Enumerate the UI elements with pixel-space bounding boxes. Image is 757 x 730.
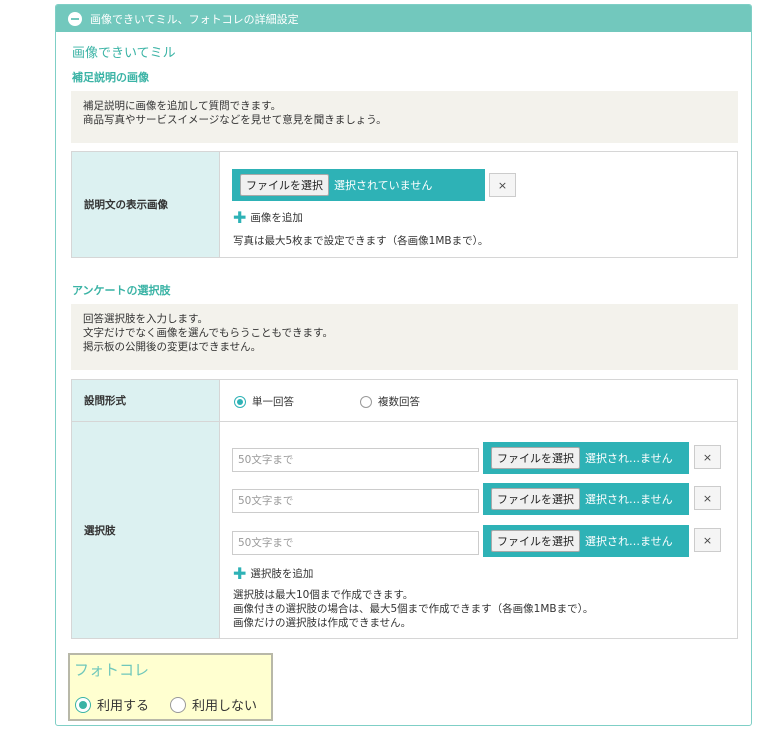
add-image-link[interactable]: ✚ 画像を追加 <box>233 207 303 227</box>
remove-choice-button-1[interactable]: × <box>694 445 721 469</box>
choice-text-input-1[interactable] <box>232 448 479 472</box>
photocolle-title: フォトコレ <box>74 661 150 679</box>
choice-file-input-3[interactable]: ファイルを選択 選択され…ません <box>483 525 689 557</box>
radio-multiple-icon[interactable] <box>360 395 372 408</box>
supplement-row-label: 説明文の表示画像 <box>72 152 220 257</box>
choices-note-line1: 選択肢は最大10個まで作成できます。 <box>233 589 414 601</box>
radio-not-use-label: 利用しない <box>192 699 258 714</box>
radio-use-label: 利用する <box>97 699 150 714</box>
choices-note-line3: 画像だけの選択肢は作成できません。 <box>233 617 412 629</box>
choices-label: 選択肢 <box>72 422 220 638</box>
file-status: 選択され…ません <box>585 452 673 465</box>
file-status: 選択されていません <box>334 179 433 192</box>
file-select-button[interactable]: ファイルを選択 <box>491 447 580 469</box>
question-type-label: 設問形式 <box>72 380 220 422</box>
radio-multiple-label: 複数回答 <box>378 396 420 408</box>
survey-table: 設問形式 単一回答 複数回答 選択肢 ファイルを選択 選択され…ません × ファ… <box>71 379 738 639</box>
choice-text-input-3[interactable] <box>232 531 479 555</box>
plus-icon: ✚ <box>233 563 247 583</box>
supplement-file-input[interactable]: ファイルを選択 選択されていません <box>232 169 485 201</box>
radio-not-use-icon[interactable] <box>170 696 186 713</box>
radio-use[interactable]: 利用する <box>75 695 149 714</box>
file-select-button[interactable]: ファイルを選択 <box>491 530 580 552</box>
remove-choice-button-3[interactable]: × <box>694 528 721 552</box>
remove-image-button[interactable]: × <box>489 173 516 197</box>
radio-single-icon[interactable] <box>234 395 246 408</box>
survey-info: 回答選択肢を入力します。 文字だけでなく画像を選んでもらうこともできます。 掲示… <box>71 304 738 370</box>
radio-not-use[interactable]: 利用しない <box>170 695 257 714</box>
radio-use-icon[interactable] <box>75 696 91 713</box>
collapse-icon[interactable] <box>68 11 82 26</box>
panel-header[interactable]: 画像できいてミル、フォトコレの詳細設定 <box>56 5 751 32</box>
choice-file-input-1[interactable]: ファイルを選択 選択され…ません <box>483 442 689 474</box>
file-select-button[interactable]: ファイルを選択 <box>240 174 329 196</box>
section-title: 画像できいてミル <box>72 46 176 61</box>
remove-choice-button-2[interactable]: × <box>694 486 721 510</box>
photocolle-box: フォトコレ 利用する 利用しない <box>68 653 273 721</box>
file-select-button[interactable]: ファイルを選択 <box>491 488 580 510</box>
survey-info-line3: 掲示板の公開後の変更はできません。 <box>83 341 262 353</box>
supplement-info-line1: 補足説明に画像を追加して質問できます。 <box>83 100 282 112</box>
plus-icon: ✚ <box>233 207 247 227</box>
radio-single[interactable]: 単一回答 <box>234 394 294 409</box>
settings-panel: 画像できいてミル、フォトコレの詳細設定 画像できいてミル 補足説明の画像 補足説… <box>55 4 752 726</box>
radio-single-label: 単一回答 <box>252 396 294 408</box>
survey-info-line2: 文字だけでなく画像を選んでもらうこともできます。 <box>83 327 334 339</box>
radio-multiple[interactable]: 複数回答 <box>360 394 420 409</box>
choices-note-line2: 画像付きの選択肢の場合は、最大5個まで作成できます（各画像1MBまで）。 <box>233 603 594 615</box>
row-divider <box>220 421 737 422</box>
choices-note: 選択肢は最大10個まで作成できます。 画像付きの選択肢の場合は、最大5個まで作成… <box>233 588 593 630</box>
add-choice-link[interactable]: ✚ 選択肢を追加 <box>233 563 314 583</box>
survey-info-line1: 回答選択肢を入力します。 <box>83 313 208 325</box>
add-choice-label: 選択肢を追加 <box>250 568 314 580</box>
survey-subtitle: アンケートの選択肢 <box>72 284 171 297</box>
supplement-info: 補足説明に画像を追加して質問できます。 商品写真やサービスイメージなどを見せて意… <box>71 91 738 143</box>
add-image-label: 画像を追加 <box>250 212 303 224</box>
choice-file-input-2[interactable]: ファイルを選択 選択され…ません <box>483 483 689 515</box>
supplement-subtitle: 補足説明の画像 <box>72 71 149 84</box>
choice-text-input-2[interactable] <box>232 489 479 513</box>
supplement-note: 写真は最大5枚まで設定できます（各画像1MBまで）。 <box>233 235 489 247</box>
panel-title: 画像できいてミル、フォトコレの詳細設定 <box>90 12 299 26</box>
supplement-info-line2: 商品写真やサービスイメージなどを見せて意見を聞きましょう。 <box>83 114 387 126</box>
file-status: 選択され…ません <box>585 493 673 506</box>
supplement-table: 説明文の表示画像 ファイルを選択 選択されていません × ✚ 画像を追加 写真は… <box>71 151 738 258</box>
file-status: 選択され…ません <box>585 535 673 548</box>
